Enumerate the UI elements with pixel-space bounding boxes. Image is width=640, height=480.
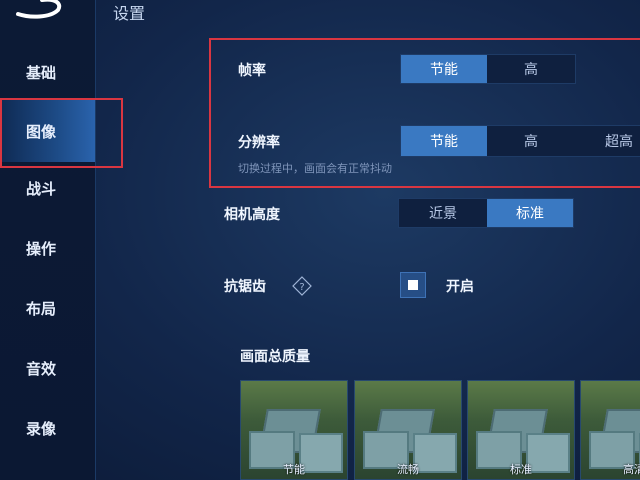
sidebar-item-battle[interactable]: 战斗	[0, 174, 95, 202]
camera-height-option-standard[interactable]: 标准	[487, 199, 573, 227]
quality-thumbnail-standard[interactable]: 标准	[467, 380, 575, 480]
camera-height-label: 相机高度	[224, 207, 280, 223]
sidebar-item-label: 战斗	[26, 179, 57, 198]
sidebar-item-layout[interactable]: 布局	[0, 294, 95, 322]
page-title: 设置	[113, 4, 146, 23]
thumbnail-label: 流畅	[397, 463, 419, 476]
checkbox-check-mark	[408, 280, 418, 290]
active-item-outline	[0, 98, 123, 168]
svg-text:?: ?	[299, 282, 304, 293]
sidebar-item-label: 操作	[26, 239, 57, 258]
quality-thumbnail-row: 节能 流畅 标准 高清	[240, 380, 640, 480]
anti-aliasing-toggle-label: 开启	[446, 279, 474, 295]
quality-thumbnail-hd[interactable]: 高清	[580, 380, 640, 480]
graphics-options-outline	[209, 38, 640, 188]
thumbnail-label: 节能	[283, 463, 305, 476]
sidebar: 基础 图像 战斗 操作 布局 音效 录像	[0, 0, 96, 480]
sidebar-item-sound[interactable]: 音效	[0, 354, 95, 382]
sidebar-item-replay[interactable]: 录像	[0, 414, 95, 442]
sidebar-item-label: 音效	[26, 359, 57, 378]
quality-thumbnail-low[interactable]: 节能	[240, 380, 348, 480]
camera-height-selector: 近景 标准	[398, 198, 574, 228]
sidebar-item-label: 录像	[26, 419, 57, 438]
sidebar-item-basic[interactable]: 基础	[0, 58, 95, 86]
quality-thumbnail-smooth[interactable]: 流畅	[354, 380, 462, 480]
sidebar-item-label: 基础	[26, 63, 57, 82]
camera-height-option-near[interactable]: 近景	[399, 199, 487, 227]
anti-aliasing-label: 抗锯齿	[224, 279, 266, 295]
overall-quality-label: 画面总质量	[240, 349, 310, 365]
help-icon[interactable]: ?	[292, 276, 312, 296]
anti-aliasing-checkbox[interactable]	[400, 272, 426, 298]
sidebar-item-controls[interactable]: 操作	[0, 234, 95, 262]
back-icon[interactable]	[10, 0, 66, 22]
sidebar-item-label: 布局	[26, 299, 57, 318]
thumbnail-label: 高清	[623, 463, 640, 476]
thumbnail-label: 标准	[510, 463, 532, 476]
